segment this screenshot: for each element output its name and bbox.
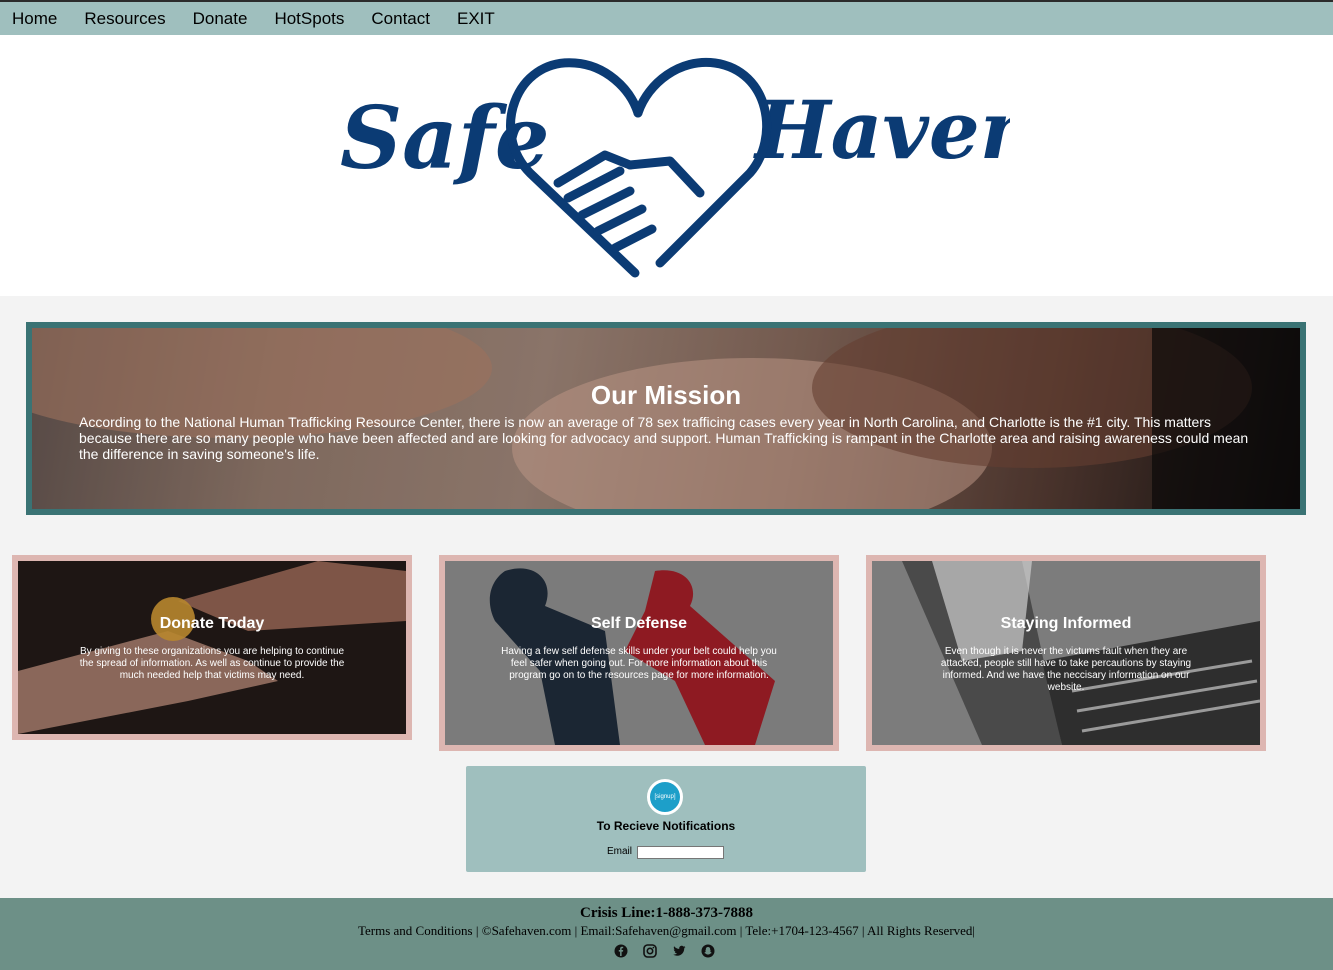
signup-box: [signup] To Recieve Notifications Email: [466, 766, 866, 872]
nav-contact-link[interactable]: Contact: [371, 9, 430, 29]
safe-haven-logo: Safe Haven: [340, 57, 1010, 278]
donate-card-title: Donate Today: [159, 615, 265, 632]
mission-text: According to the National Human Traffick…: [79, 414, 1249, 462]
nav-donate-link[interactable]: Donate: [193, 9, 248, 29]
social-links: [614, 944, 715, 958]
self-defense-card[interactable]: Self Defense Having a few self defense s…: [439, 555, 839, 751]
logo-banner: Safe Haven: [0, 35, 1333, 296]
instagram-icon[interactable]: [643, 944, 657, 958]
signup-title: To Recieve Notifications: [596, 819, 736, 833]
crisis-line: Crisis Line:1-888-373-7888: [580, 905, 753, 921]
facebook-icon[interactable]: [614, 944, 628, 958]
staying-informed-card-title: Staying Informed: [1000, 615, 1132, 632]
top-navigation: Home Resources Donate HotSpots Contact E…: [0, 0, 1333, 35]
mission-section: Our Mission According to the National Hu…: [26, 322, 1306, 515]
self-defense-card-text: Having a few self defense skills under y…: [501, 646, 777, 681]
twitter-icon[interactable]: [672, 944, 686, 958]
footer-info: Terms and Conditions | ©Safehaven.com | …: [357, 923, 976, 938]
snapchat-icon[interactable]: [701, 944, 715, 958]
footer: Crisis Line:1-888-373-7888 Terms and Con…: [0, 898, 1333, 970]
donate-card-text: By giving to these organizations you are…: [79, 646, 345, 681]
nav-resources-link[interactable]: Resources: [84, 9, 165, 29]
staying-informed-card[interactable]: Staying Informed Even though it is never…: [866, 555, 1266, 751]
mission-title: Our Mission: [590, 380, 742, 410]
nav-exit-link[interactable]: EXIT: [457, 9, 495, 29]
nav-home-link[interactable]: Home: [12, 9, 57, 29]
logo-text-haven: Haven: [753, 83, 1010, 177]
email-input[interactable]: [637, 846, 724, 859]
nav-hotspots-link[interactable]: HotSpots: [274, 9, 344, 29]
staying-informed-card-text: Even though it is never the victums faul…: [940, 646, 1192, 693]
email-label: Email: [607, 846, 633, 857]
self-defense-card-title: Self Defense: [590, 615, 688, 632]
donate-card[interactable]: Donate Today By giving to these organiza…: [12, 555, 412, 740]
signup-badge-icon: [signup]: [647, 779, 683, 815]
